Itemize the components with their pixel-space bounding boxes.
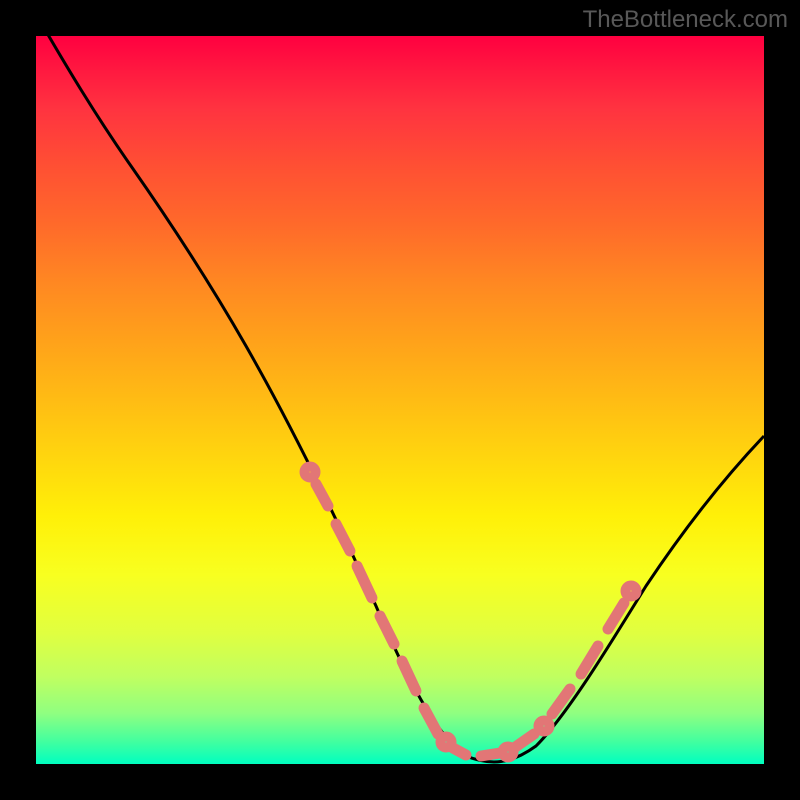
bottleneck-curve-line — [36, 36, 764, 762]
watermark-text: TheBottleneck.com — [583, 6, 788, 34]
plot-area — [36, 36, 764, 764]
curve-svg — [36, 36, 764, 764]
highlight-dashes — [305, 467, 636, 757]
